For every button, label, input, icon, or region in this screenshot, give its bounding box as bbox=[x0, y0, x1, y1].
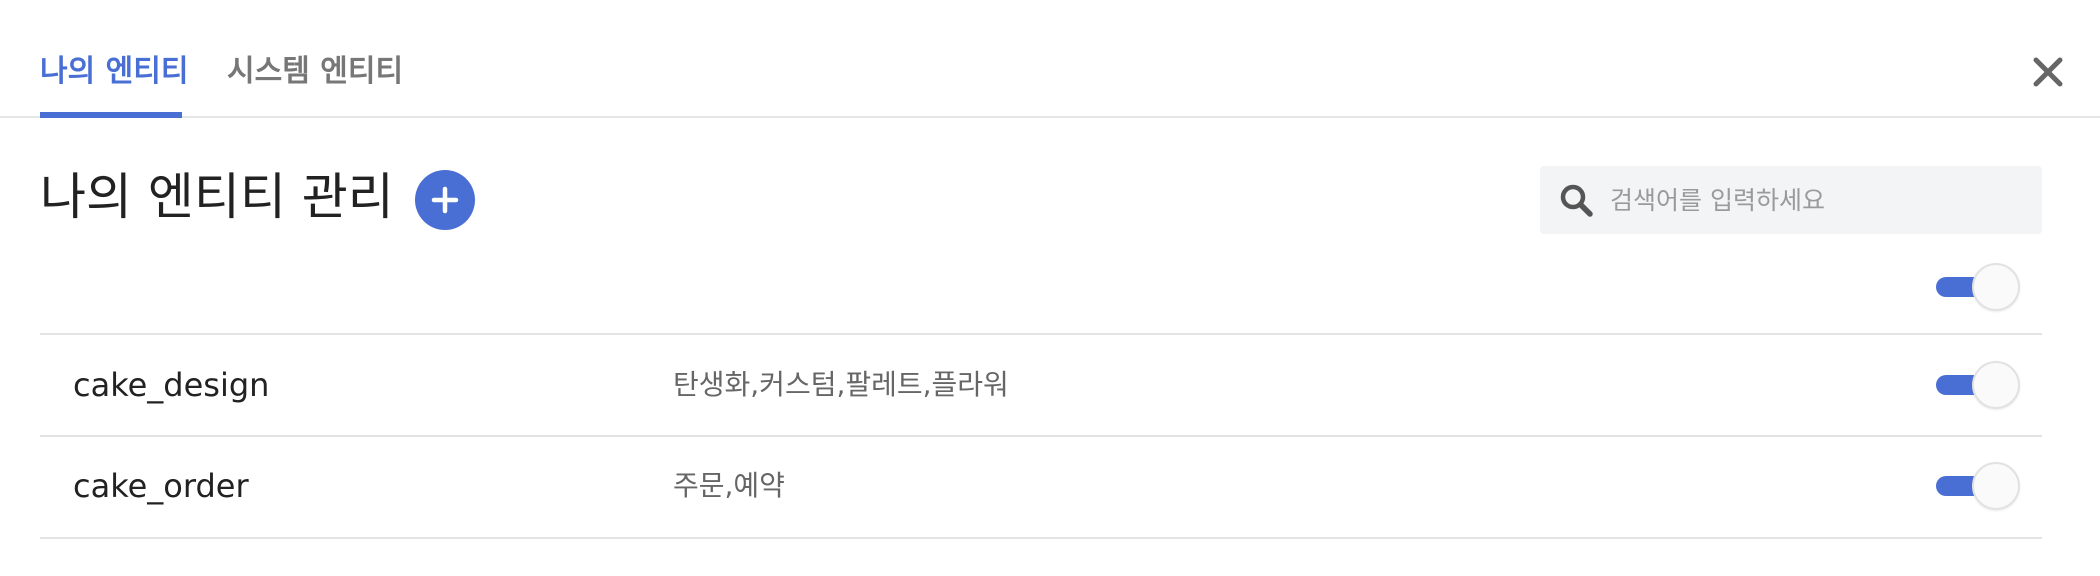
active-tab-indicator bbox=[40, 112, 182, 118]
tab-bar: 나의 엔티티 시스템 엔티티 bbox=[0, 0, 2100, 118]
toggle-all-switch[interactable] bbox=[1936, 263, 2020, 311]
entity-management-page: 나의 엔티티 시스템 엔티티 나의 엔티티 관리 cake_design bbox=[0, 0, 2100, 576]
table-divider bbox=[40, 333, 2042, 335]
entity-name: cake_order bbox=[73, 467, 249, 505]
page-title: 나의 엔티티 관리 bbox=[40, 168, 394, 226]
toggle-knob bbox=[1972, 361, 2020, 409]
entity-enabled-switch[interactable] bbox=[1936, 462, 2020, 510]
plus-icon bbox=[431, 186, 459, 214]
table-divider bbox=[40, 537, 2042, 539]
tab-system-entities[interactable]: 시스템 엔티티 bbox=[227, 52, 403, 92]
close-icon bbox=[2033, 57, 2063, 87]
search-input[interactable] bbox=[1610, 178, 2030, 222]
entity-synonyms: 탄생화,커스텀,팔레트,플라워 bbox=[673, 368, 1009, 401]
entity-synonyms: 주문,예약 bbox=[673, 469, 785, 502]
entity-name: cake_design bbox=[73, 366, 270, 404]
toggle-knob bbox=[1972, 462, 2020, 510]
entity-enabled-switch[interactable] bbox=[1936, 361, 2020, 409]
close-button[interactable] bbox=[2028, 52, 2068, 92]
add-entity-button[interactable] bbox=[415, 170, 475, 230]
tab-my-entities[interactable]: 나의 엔티티 bbox=[40, 52, 188, 92]
search-icon bbox=[1560, 184, 1593, 217]
toggle-knob bbox=[1972, 263, 2020, 311]
table-divider bbox=[40, 435, 2042, 437]
search-box bbox=[1540, 166, 2042, 234]
